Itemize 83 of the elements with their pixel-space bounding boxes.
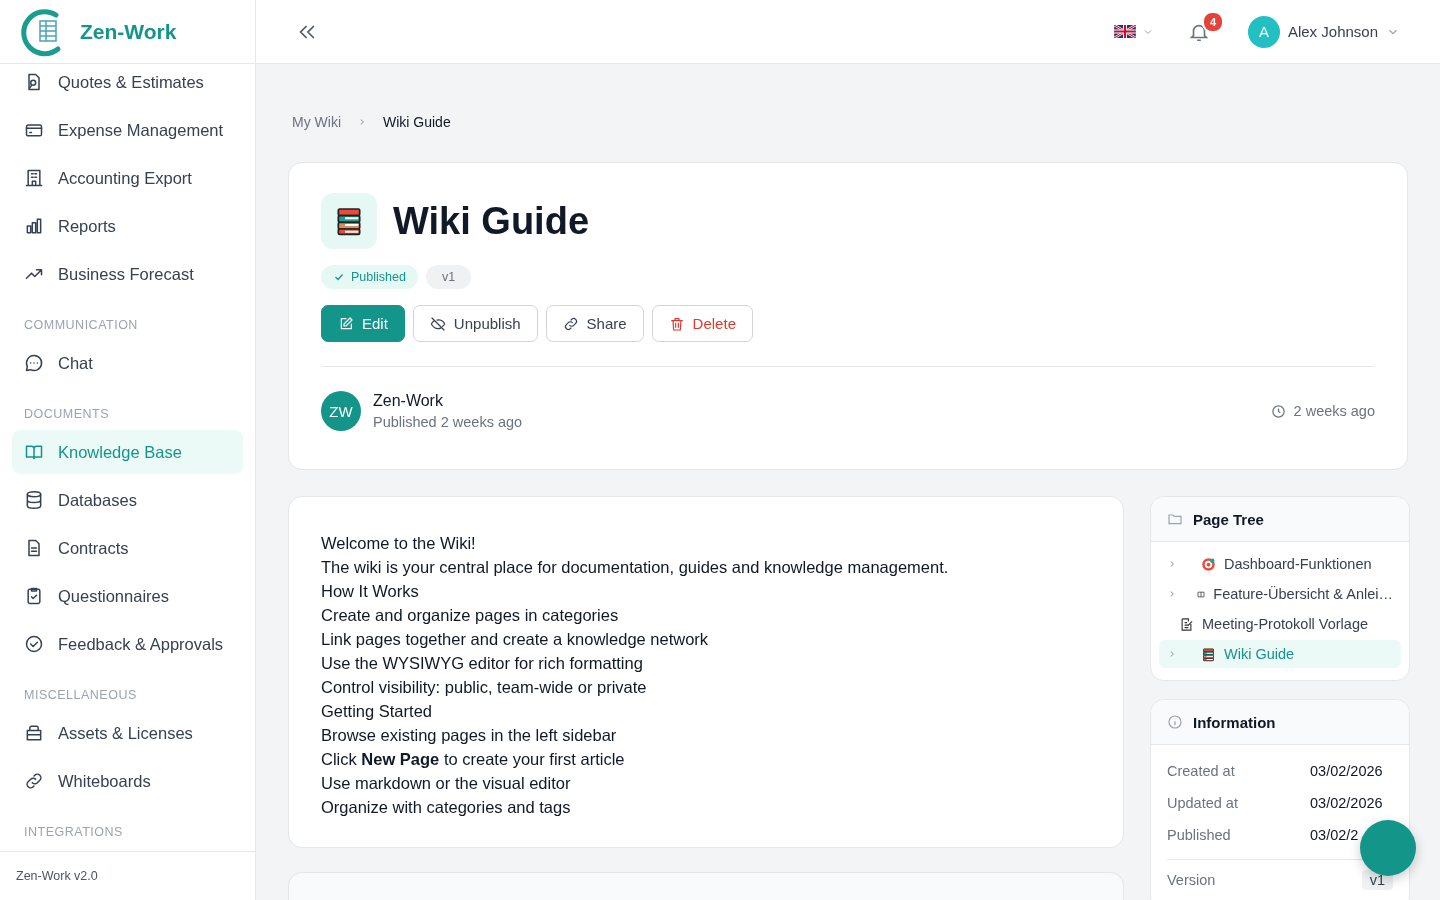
user-menu[interactable]: A Alex Johnson [1247, 15, 1400, 48]
link-icon [562, 315, 579, 332]
tree-item[interactable]: Meeting-Protokoll Vorlage [1159, 610, 1401, 638]
content-line: Control visibility: public, team-wide or private [321, 677, 648, 698]
action-button[interactable]: Delete [651, 305, 753, 342]
tree-item[interactable]: Dashboard-Funktionen [1159, 550, 1401, 578]
sidebar-item[interactable]: Reports [12, 204, 243, 248]
sidebar-item[interactable]: Expense Management [12, 108, 243, 152]
sidebar-item[interactable]: Whiteboards [12, 759, 243, 803]
target-icon [1201, 556, 1216, 572]
trash-icon [668, 315, 685, 332]
panel-title: Page Tree [1193, 510, 1264, 528]
content-line: How It Works [321, 581, 420, 602]
breadcrumb-item[interactable]: Wiki Guide [383, 114, 451, 130]
action-button[interactable]: Edit [321, 305, 405, 342]
publish-info: Published 2 weeks ago [373, 414, 524, 430]
clock-icon [1270, 403, 1286, 419]
panel-title: Information [1193, 713, 1276, 731]
language-selector[interactable] [1113, 25, 1154, 38]
section-heading: COMMUNICATION [23, 317, 139, 334]
sidebar-item[interactable]: Contracts [12, 526, 243, 570]
version-badge: v1 [425, 265, 472, 289]
section-heading: INTEGRATIONS [23, 824, 124, 841]
info-value: 03/02/2026 [1310, 795, 1383, 811]
eye-off-icon [429, 315, 446, 332]
info-icon [1167, 714, 1183, 730]
section-heading: DOCUMENTS [23, 406, 111, 423]
tree-item[interactable]: Feature-Übersicht & Anlei… [1159, 580, 1401, 608]
folder-icon [1167, 511, 1183, 527]
content-line: The wiki is your central place for documentation, guides and knowledge management. [321, 557, 950, 578]
nav-icon [24, 586, 44, 606]
notifications-button[interactable]: 4 [1187, 10, 1224, 43]
info-value: 03/02/2 [1310, 827, 1359, 843]
notification-count: 4 [1201, 10, 1224, 33]
content-line: Browse existing pages in the left sidebar [321, 725, 618, 746]
nav-icon [24, 353, 44, 373]
info-label: Version [1167, 872, 1217, 888]
nav-icon [24, 634, 44, 654]
books-icon [1201, 646, 1216, 662]
nav-icon [24, 490, 44, 510]
sidebar-item[interactable]: Feedback & Approvals [12, 622, 243, 666]
content-line: Click New Page to create your first article [321, 749, 626, 770]
check-icon [333, 271, 345, 283]
status-badge: Published [321, 265, 418, 289]
updated-time: 2 weeks ago [1293, 403, 1375, 419]
info-value: 03/02/2026 [1310, 763, 1383, 779]
content-line: Use markdown or the visual editor [321, 773, 572, 794]
flag-icon [1113, 25, 1136, 38]
sidebar-item[interactable]: Quotes & Estimates [12, 60, 243, 104]
content-line: Welcome to the Wiki! [321, 533, 477, 554]
sidebar-item[interactable]: Assets & Licenses [12, 711, 243, 755]
content-line: Create and organize pages in categories [321, 605, 620, 626]
brand-name: Zen-Work [80, 19, 177, 44]
action-button[interactable]: Unpublish [412, 305, 538, 342]
user-avatar: A [1247, 15, 1280, 48]
memo-icon [1179, 616, 1194, 632]
nav-icon [24, 442, 44, 462]
section-heading: MISCELLANEOUS [23, 687, 138, 704]
sidebar-item[interactable]: Questionnaires [12, 574, 243, 618]
author-avatar: ZW [321, 391, 361, 431]
content-line: Organize with categories and tags [321, 797, 572, 818]
content-line: Getting Started [321, 701, 433, 722]
nav-icon [24, 771, 44, 791]
action-button[interactable]: Share [545, 305, 644, 342]
breadcrumb-item[interactable]: My Wiki [292, 114, 341, 130]
user-name: Alex Johnson [1287, 23, 1378, 40]
sidebar-item[interactable]: Knowledge Base [12, 430, 243, 474]
content-line: Use the WYSIWYG editor for rich formatting [321, 653, 644, 674]
info-label: Published [1167, 827, 1232, 843]
content-line: Link pages together and create a knowledge network [321, 629, 710, 650]
sidebar-item[interactable]: Chat [12, 341, 243, 385]
nav-icon [24, 168, 44, 188]
author-name: Zen-Work [373, 392, 444, 410]
edit-icon [338, 315, 354, 332]
nav-icon [24, 216, 44, 236]
page-title: Wiki Guide [393, 199, 589, 243]
sidebar-item[interactable]: Databases [12, 478, 243, 522]
version-label: Zen-Work v2.0 [0, 851, 255, 900]
info-label: Created at [1167, 763, 1236, 779]
info-label: Updated at [1167, 795, 1239, 811]
sidebar-item[interactable]: Accounting Export [12, 156, 243, 200]
sidebar-item[interactable]: Business Forecast [12, 252, 243, 296]
nav-icon [24, 723, 44, 743]
